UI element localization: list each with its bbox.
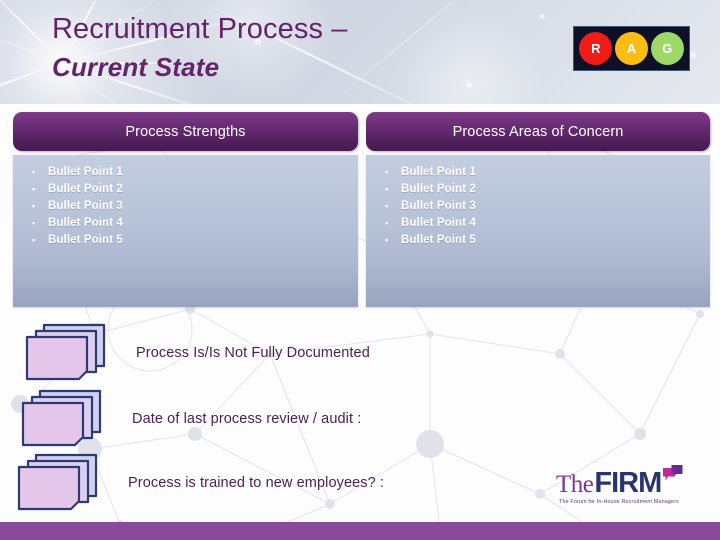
list-item-label: Bullet Point 1 (401, 166, 476, 178)
column-header-label: Process Strengths (125, 123, 246, 140)
column-header-process-areas-of-concern: Process Areas of Concern (366, 112, 710, 151)
bullet-marker-icon: ▪ (385, 184, 389, 194)
list-item-label: Bullet Point 5 (401, 234, 476, 246)
list-item: ▪ Bullet Point 4 (13, 215, 358, 232)
panel-process-areas-of-concern: ▪ Bullet Point 1 ▪ Bullet Point 2 ▪ Bull… (366, 155, 710, 307)
stacked-documents-icon (18, 388, 104, 450)
list-item-label: Bullet Point 1 (48, 166, 123, 178)
list-item: ▪ Bullet Point 4 (366, 215, 710, 232)
list-item: ▪ Bullet Point 2 (366, 181, 710, 198)
document-item-label: Process is trained to new employees? : (128, 475, 385, 491)
speech-bubbles-icon (662, 464, 684, 489)
bullet-marker-icon: ▪ (32, 167, 36, 177)
logo-wordmark: The FIRM (556, 465, 706, 498)
bullet-marker-icon: ▪ (385, 167, 389, 177)
bullet-marker-icon: ▪ (385, 201, 389, 211)
document-item-row: Process is trained to new employees? : (14, 452, 384, 514)
document-item-label: Date of last process review / audit : (132, 411, 362, 427)
list-item: ▪ Bullet Point 5 (366, 232, 710, 249)
list-item-label: Bullet Point 4 (48, 217, 123, 229)
bullet-marker-icon: ▪ (385, 218, 389, 228)
list-item: ▪ Bullet Point 3 (366, 198, 710, 215)
list-item: ▪ Bullet Point 1 (13, 164, 358, 181)
list-item-label: Bullet Point 2 (48, 183, 123, 195)
slide-canvas: Recruitment Process – Current State R A … (0, 0, 720, 540)
list-item: ▪ Bullet Point 3 (13, 198, 358, 215)
column-header-process-strengths: Process Strengths (13, 112, 358, 151)
list-item: ▪ Bullet Point 5 (13, 232, 358, 249)
bullet-marker-icon: ▪ (385, 235, 389, 245)
list-item-label: Bullet Point 2 (401, 183, 476, 195)
bullet-marker-icon: ▪ (32, 184, 36, 194)
bullet-marker-icon: ▪ (32, 201, 36, 211)
column-header-label: Process Areas of Concern (452, 123, 624, 140)
page-title-line-2: Current State (52, 52, 220, 82)
rag-status-indicator[interactable]: R A G (573, 26, 690, 71)
list-item: ▪ Bullet Point 1 (366, 164, 710, 181)
stacked-documents-icon (22, 322, 108, 384)
rag-light-green[interactable]: G (650, 32, 684, 65)
list-item-label: Bullet Point 3 (401, 200, 476, 212)
document-item-row: Date of last process review / audit : (18, 388, 361, 450)
page-title-line-1: Recruitment Process – (52, 13, 348, 45)
list-item: ▪ Bullet Point 2 (13, 181, 358, 198)
logo-tagline: The Forum for In-House Recruitment Manag… (559, 499, 679, 505)
stacked-documents-icon (14, 452, 100, 514)
bullet-marker-icon: ▪ (32, 235, 36, 245)
footer-bar (0, 522, 720, 540)
list-item-label: Bullet Point 4 (401, 217, 476, 229)
rag-light-amber[interactable]: A (614, 32, 648, 65)
the-firm-logo: The FIRM The Forum for In-House Recruitm… (556, 465, 706, 515)
document-item-row: Process Is/Is Not Fully Documented (22, 322, 370, 384)
logo-word-the: The (556, 471, 594, 498)
bullet-marker-icon: ▪ (32, 218, 36, 228)
list-item-label: Bullet Point 5 (48, 234, 123, 246)
rag-light-red[interactable]: R (579, 32, 613, 65)
document-item-label: Process Is/Is Not Fully Documented (136, 345, 370, 361)
page-title: Recruitment Process – Current State (52, 9, 522, 85)
list-item-label: Bullet Point 3 (48, 200, 123, 212)
panel-process-strengths: ▪ Bullet Point 1 ▪ Bullet Point 2 ▪ Bull… (13, 155, 358, 307)
logo-word-firm: FIRM (594, 467, 662, 499)
